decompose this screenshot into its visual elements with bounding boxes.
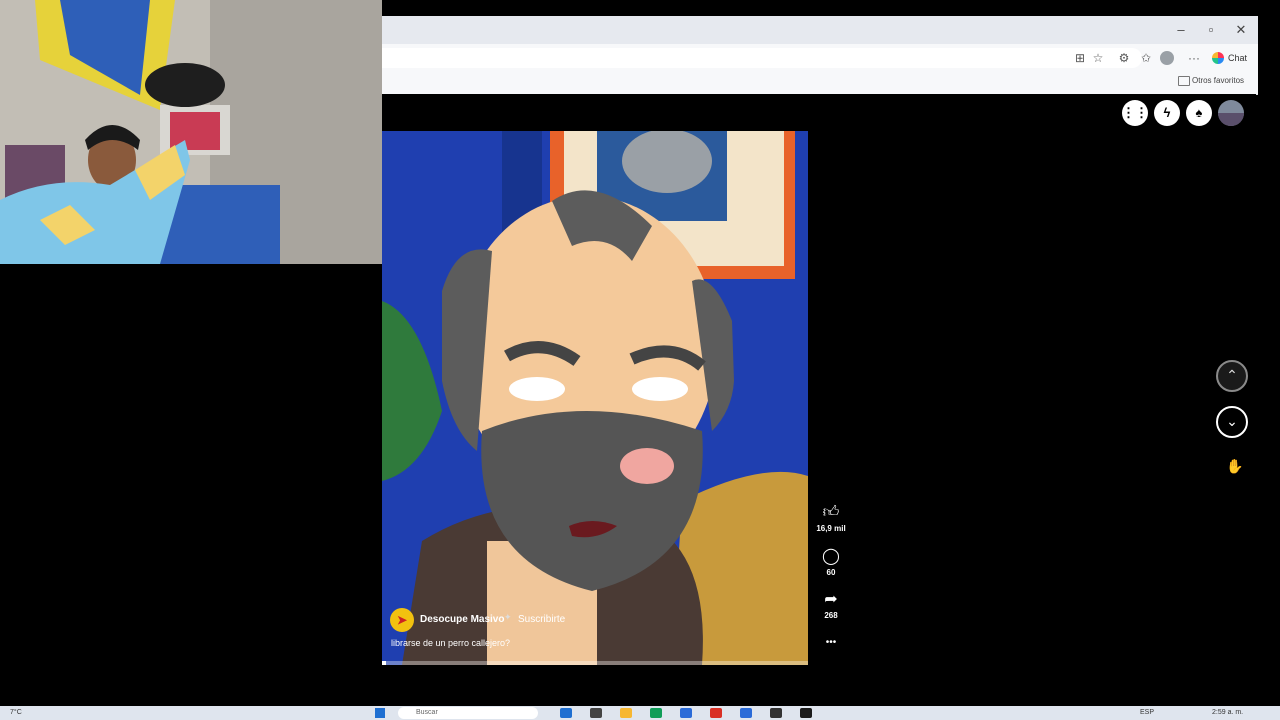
reel-video[interactable]: ➤ Desocupe Masivo ✦ Suscribirte librarse… [382,131,808,665]
copilot-icon[interactable] [1212,52,1224,64]
like-count: 16,9 mil [816,524,846,533]
comment-action[interactable]: ◯ 60 [811,548,851,577]
start-button[interactable] [375,708,385,718]
chat-button[interactable]: Chat [1228,50,1247,66]
taskbar-app-icon[interactable] [590,708,602,718]
share-icon: ➦ [824,591,838,608]
language-indicator[interactable]: ESP [1140,708,1154,718]
messenger-icon[interactable]: ϟ [1154,100,1180,126]
address-field[interactable] [382,48,1142,68]
address-toolbar: ⊞ ☆ ⚙ ✩ ··· Chat [382,44,1258,72]
cartoon-frame [382,131,808,665]
subscribe-button[interactable]: Suscribirte [518,614,565,626]
minimize-button[interactable]: – [1166,16,1196,44]
more-options-icon[interactable]: ··· [1184,48,1204,68]
share-action[interactable]: ➦ 268 [811,591,851,620]
profile-icon[interactable] [1160,51,1174,65]
browser-window: – ▫ ✕ ⊞ ☆ ⚙ ✩ ··· Chat Otros favoritos ⋮… [382,16,1258,704]
verified-icon: ✦ [504,612,512,622]
favorites-icon[interactable]: ✩ [1136,48,1156,68]
taskbar-app-icon[interactable] [740,708,752,718]
like-action[interactable]: 👍︎ 16,9 mil [811,504,851,533]
progress-track[interactable] [382,661,808,665]
channel-avatar[interactable]: ➤ [390,608,414,632]
share-count: 268 [824,611,838,620]
close-button[interactable]: ✕ [1226,16,1256,44]
taskbar-app-icon[interactable] [680,708,692,718]
taskbar-app-icon[interactable] [770,708,782,718]
other-favorites-link[interactable]: Otros favoritos [1192,75,1244,87]
mouse-cursor-icon: ✋ [1226,458,1244,474]
title-bar: – ▫ ✕ [382,16,1258,44]
favorites-bar: Otros favoritos [382,72,1258,95]
page-content: ⋮⋮ ϟ ♠ ➤ Desocupe Masivo ✦ Suscribirte l… [382,94,1256,704]
extensions-icon[interactable]: ⚙ [1114,48,1134,68]
chevron-up-icon: ⌃ [1226,367,1238,383]
profile-avatar[interactable] [1218,100,1244,126]
taskbar-app-icon[interactable] [650,708,662,718]
notifications-icon[interactable]: ♠ [1186,100,1212,126]
maximize-button[interactable]: ▫ [1196,16,1226,44]
progress-fill [382,661,387,665]
channel-name[interactable]: Desocupe Masivo [420,614,504,626]
weather-widget[interactable]: 7°C [10,708,22,718]
taskbar-app-icon[interactable] [560,708,572,718]
favorite-star-icon[interactable]: ☆ [1088,48,1108,68]
previous-reel-button[interactable]: ⌃ [1216,360,1248,392]
webcam-scene [0,0,382,264]
reel-caption: librarse de un perro callejero? [391,638,511,648]
webcam-overlay [0,0,382,264]
taskbar-app-icon[interactable] [710,708,722,718]
taskbar-app-icon[interactable] [620,708,632,718]
clock[interactable]: 2:59 a. m. [1212,708,1243,718]
taskbar-app-icon[interactable] [800,708,812,718]
taskbar-search[interactable]: Buscar [398,707,538,719]
next-reel-button[interactable]: ⌄ [1216,406,1248,438]
comment-icon: ◯ [822,548,840,565]
comment-count: 60 [826,568,836,577]
more-options-button[interactable]: ••• [811,637,851,648]
menu-grid-icon[interactable]: ⋮⋮ [1122,100,1148,126]
thumbs-up-icon: 👍︎ [822,504,840,521]
taskbar: 7°C Buscar ESP 2:59 a. m. [0,706,1280,720]
app-available-icon[interactable]: ⊞ [1070,48,1090,68]
folder-icon [1178,76,1190,86]
chevron-down-icon: ⌄ [1226,413,1238,429]
